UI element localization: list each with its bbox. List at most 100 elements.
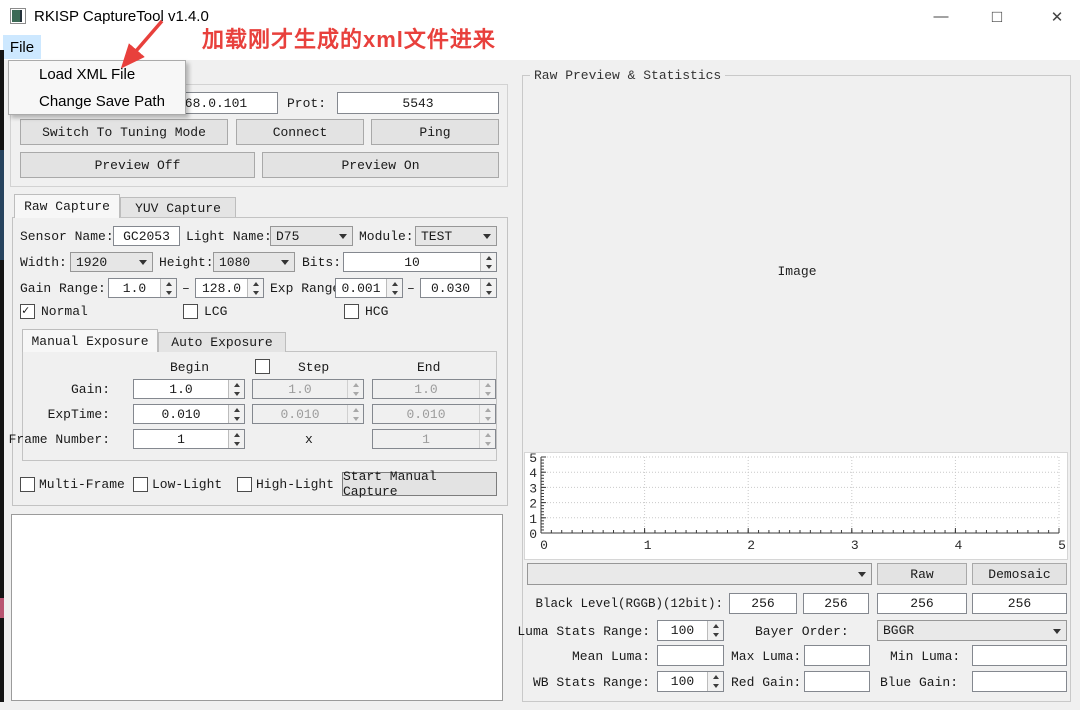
exptime-begin-value: 0.010 bbox=[134, 405, 228, 423]
spinner-arrows[interactable] bbox=[480, 279, 496, 297]
svg-text:1: 1 bbox=[644, 538, 652, 553]
spinner-arrows[interactable] bbox=[707, 672, 723, 691]
luma-stats-spinbox[interactable]: 100 bbox=[657, 620, 724, 641]
frame-begin-spinbox[interactable]: 1 bbox=[133, 429, 245, 449]
switch-tuning-button[interactable]: Switch To Tuning Mode bbox=[20, 119, 228, 145]
tab-auto-exposure[interactable]: Auto Exposure bbox=[158, 332, 286, 352]
wb-stats-spinbox[interactable]: 100 bbox=[657, 671, 724, 692]
preview-off-button[interactable]: Preview Off bbox=[20, 152, 255, 178]
file-menu[interactable]: File bbox=[3, 35, 41, 59]
module-label: Module: bbox=[359, 226, 414, 246]
tab-raw-capture[interactable]: Raw Capture bbox=[14, 194, 120, 218]
normal-checkbox[interactable]: ✓ bbox=[20, 304, 35, 319]
black-level-gb-input[interactable]: 256 bbox=[877, 593, 967, 614]
width-select[interactable]: 1920 bbox=[70, 252, 153, 272]
spinner-arrows[interactable] bbox=[247, 279, 263, 297]
maximize-button[interactable]: □ bbox=[974, 0, 1020, 33]
chevron-down-icon bbox=[1053, 629, 1061, 638]
hcg-checkbox[interactable]: ✓ bbox=[344, 304, 359, 319]
spinner-arrows[interactable] bbox=[160, 279, 176, 297]
mean-luma-input[interactable] bbox=[657, 645, 724, 666]
svg-text:3: 3 bbox=[529, 481, 537, 496]
step-enable-checkbox[interactable]: ✓ bbox=[255, 359, 270, 374]
chevron-down-icon bbox=[858, 572, 866, 581]
svg-text:3: 3 bbox=[851, 538, 859, 553]
bayer-order-value: BGGR bbox=[883, 623, 914, 638]
multi-frame-label: Multi-Frame bbox=[39, 476, 125, 492]
svg-text:0: 0 bbox=[540, 538, 548, 553]
bits-value: 10 bbox=[344, 253, 480, 271]
red-gain-input[interactable] bbox=[804, 671, 870, 692]
high-light-label: High-Light bbox=[256, 476, 334, 492]
preview-file-select[interactable] bbox=[527, 563, 872, 585]
connect-button[interactable]: Connect bbox=[236, 119, 364, 145]
bayer-order-label: Bayer Order: bbox=[755, 620, 849, 642]
minimize-button[interactable]: — bbox=[918, 0, 964, 33]
check-icon: ✓ bbox=[22, 305, 34, 317]
gain-min-spinbox[interactable]: 1.0 bbox=[108, 278, 177, 298]
tab-manual-exposure[interactable]: Manual Exposure bbox=[22, 329, 158, 352]
sensor-name-input[interactable]: GC2053 bbox=[113, 226, 180, 246]
frame-step-x: x bbox=[305, 431, 313, 447]
black-level-gr-input[interactable]: 256 bbox=[803, 593, 869, 614]
black-level-r-input[interactable]: 256 bbox=[729, 593, 797, 614]
spinner-arrows[interactable] bbox=[480, 253, 496, 271]
black-level-label: Black Level(RGGB)(12bit): bbox=[527, 593, 723, 615]
gain-min-value: 1.0 bbox=[109, 279, 160, 297]
black-level-gr-value: 256 bbox=[824, 596, 847, 611]
start-manual-capture-button[interactable]: Start Manual Capture bbox=[342, 472, 497, 496]
demosaic-button[interactable]: Demosaic bbox=[972, 563, 1067, 585]
spinner-arrows[interactable] bbox=[386, 279, 402, 297]
spinner-arrows[interactable] bbox=[228, 430, 244, 448]
preview-on-button[interactable]: Preview On bbox=[262, 152, 499, 178]
svg-text:5: 5 bbox=[1058, 538, 1066, 553]
app-icon bbox=[10, 8, 26, 24]
log-listbox[interactable] bbox=[11, 514, 503, 701]
low-light-checkbox[interactable]: ✓ bbox=[133, 477, 148, 492]
gain-end-value: 1.0 bbox=[373, 380, 479, 398]
prot-input[interactable]: 5543 bbox=[337, 92, 499, 114]
ping-button[interactable]: Ping bbox=[371, 119, 499, 145]
exp-min-spinbox[interactable]: 0.001 bbox=[335, 278, 403, 298]
frame-begin-value: 1 bbox=[134, 430, 228, 448]
luma-stats-label: Luma Stats Range: bbox=[527, 620, 650, 642]
tab-yuv-capture[interactable]: YUV Capture bbox=[120, 197, 236, 218]
bayer-order-select[interactable]: BGGR bbox=[877, 620, 1067, 641]
prot-value: 5543 bbox=[402, 96, 433, 111]
menu-item-change-save-path[interactable]: Change Save Path bbox=[9, 88, 185, 115]
multi-frame-checkbox[interactable]: ✓ bbox=[20, 477, 35, 492]
gain-begin-value: 1.0 bbox=[134, 380, 228, 398]
height-label: Height: bbox=[159, 252, 214, 272]
chevron-down-icon bbox=[281, 260, 289, 269]
lcg-label: LCG bbox=[204, 303, 227, 319]
module-select[interactable]: TEST bbox=[415, 226, 497, 246]
exptime-step-value: 0.010 bbox=[253, 405, 347, 423]
frame-end-spinbox: 1 bbox=[372, 429, 496, 449]
spinner-arrows[interactable] bbox=[228, 405, 244, 423]
raw-button[interactable]: Raw bbox=[877, 563, 967, 585]
bits-spinbox[interactable]: 10 bbox=[343, 252, 497, 272]
close-button[interactable]: ✕ bbox=[1034, 0, 1080, 33]
blue-gain-input[interactable] bbox=[972, 671, 1067, 692]
wb-stats-label: WB Stats Range: bbox=[527, 671, 650, 693]
lcg-checkbox[interactable]: ✓ bbox=[183, 304, 198, 319]
spinner-arrows[interactable] bbox=[228, 380, 244, 398]
wb-stats-value: 100 bbox=[658, 672, 707, 691]
gain-end-spinbox: 1.0 bbox=[372, 379, 496, 399]
min-luma-input[interactable] bbox=[972, 645, 1067, 666]
exptime-begin-spinbox[interactable]: 0.010 bbox=[133, 404, 245, 424]
gain-max-spinbox[interactable]: 128.0 bbox=[195, 278, 264, 298]
spinner-arrows[interactable] bbox=[707, 621, 723, 640]
svg-text:1: 1 bbox=[529, 512, 537, 527]
high-light-checkbox[interactable]: ✓ bbox=[237, 477, 252, 492]
black-level-b-input[interactable]: 256 bbox=[972, 593, 1067, 614]
exp-max-spinbox[interactable]: 0.030 bbox=[420, 278, 497, 298]
height-select[interactable]: 1080 bbox=[213, 252, 295, 272]
svg-text:4: 4 bbox=[954, 538, 962, 553]
width-label: Width: bbox=[20, 252, 67, 272]
chevron-down-icon bbox=[339, 234, 347, 243]
module-value: TEST bbox=[421, 229, 452, 244]
max-luma-input[interactable] bbox=[804, 645, 870, 666]
light-name-select[interactable]: D75 bbox=[270, 226, 353, 246]
gain-begin-spinbox[interactable]: 1.0 bbox=[133, 379, 245, 399]
